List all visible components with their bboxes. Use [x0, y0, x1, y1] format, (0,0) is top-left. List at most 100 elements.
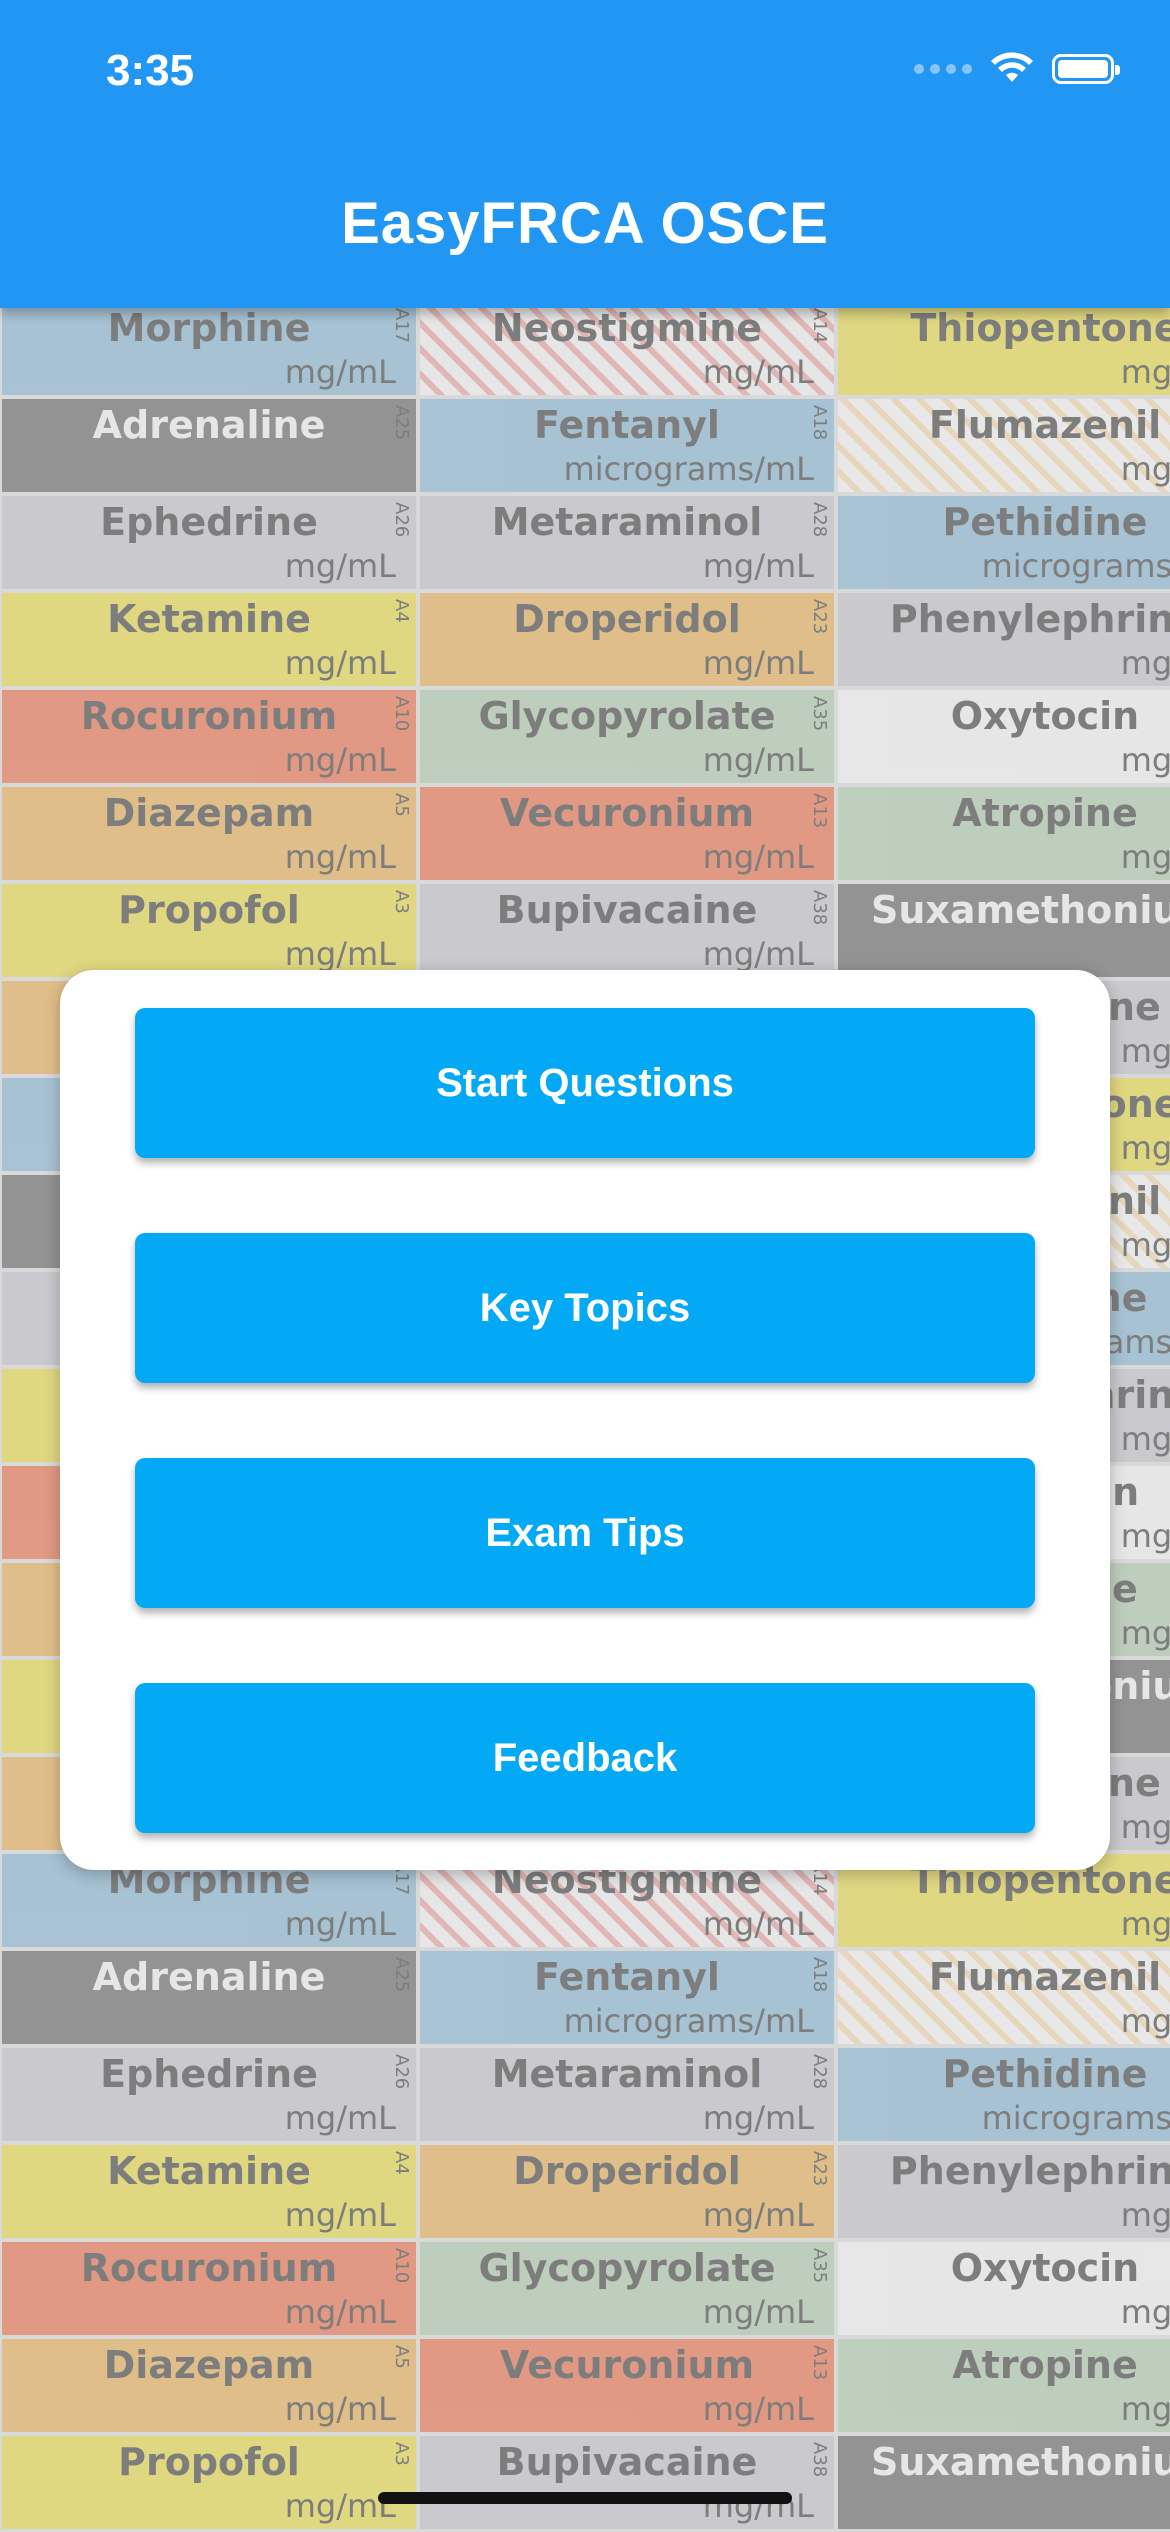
- drug-unit: mg/mL: [1120, 2293, 1170, 2331]
- drug-unit: mg/mL: [702, 2196, 814, 2234]
- drug-unit: mg/mL: [1120, 1226, 1170, 1264]
- drug-code: A4: [391, 599, 412, 623]
- drug-label: Fentanylmicrograms/mL A18: [420, 1951, 834, 2044]
- drug-name: Adrenaline: [92, 403, 326, 447]
- drug-label: Oxytocinmg/mLA39: [838, 2242, 1170, 2335]
- battery-icon: [1052, 54, 1120, 84]
- drug-unit: mg/mL: [284, 547, 396, 585]
- drug-unit: mg/mL: [1120, 1420, 1170, 1458]
- drug-name: Pethidine: [942, 500, 1148, 544]
- key-topics-button[interactable]: Key Topics: [135, 1233, 1035, 1383]
- drug-label: Propofolmg/mL A3: [2, 884, 416, 977]
- drug-label: Droperidolmg/mL A23: [420, 593, 834, 686]
- drug-name: Adrenaline: [92, 1955, 326, 1999]
- drug-code: A3: [391, 2442, 412, 2466]
- drug-name: Glycopyrolate: [478, 694, 776, 738]
- drug-unit: mg/mL: [284, 741, 396, 779]
- label-row: Diazepammg/mLA5Vecuroniummg/mLA13Atropin…: [0, 785, 1170, 882]
- drug-unit: mg/mL: [702, 1905, 814, 1943]
- drug-unit: mg/mL: [702, 547, 814, 585]
- drug-code: A35: [809, 2248, 830, 2284]
- drug-unit: micrograms/mL: [981, 2099, 1170, 2137]
- drug-code: A38: [809, 2442, 830, 2478]
- drug-name: Fentanyl: [534, 403, 720, 447]
- drug-code: A17: [391, 308, 412, 344]
- drug-unit: mg/mL: [702, 935, 814, 973]
- drug-code: A35: [809, 696, 830, 732]
- drug-name: Droperidol: [513, 597, 741, 641]
- drug-name: Ketamine: [107, 2149, 311, 2193]
- start-questions-button[interactable]: Start Questions: [135, 1008, 1035, 1158]
- drug-name: Phenylephrine: [889, 597, 1170, 641]
- drug-name: Thiopentone: [910, 306, 1170, 350]
- drug-name: Oxytocin: [950, 694, 1140, 738]
- drug-code: A13: [809, 793, 830, 829]
- drug-name: Suxamethonium: [871, 2440, 1170, 2484]
- drug-name: Glycopyrolate: [478, 2246, 776, 2290]
- drug-name: Diazepam: [103, 2343, 315, 2387]
- drug-unit: mg/mL: [1120, 2390, 1170, 2428]
- drug-unit: mg/mL: [1120, 450, 1170, 488]
- drug-label: Rocuroniummg/mL A10: [2, 2242, 416, 2335]
- drug-label: Metaraminolmg/mL A28: [420, 496, 834, 589]
- drug-label: Phenylephrinemg/mL: [838, 593, 1170, 686]
- drug-label: Ephedrinemg/mL A26: [2, 2048, 416, 2141]
- label-row: Diazepammg/mLA5Vecuroniummg/mLA13Atropin…: [0, 2337, 1170, 2434]
- drug-name: Atropine: [952, 791, 1138, 835]
- drug-name: Propofol: [118, 2440, 300, 2484]
- drug-label: Vecuroniummg/mL A13: [420, 787, 834, 880]
- drug-label: Ketaminemg/mL A4: [2, 2145, 416, 2238]
- drug-label: Droperidolmg/mL A23: [420, 2145, 834, 2238]
- status-time: 3:35: [106, 46, 195, 95]
- drug-name: Fentanyl: [534, 1955, 720, 1999]
- home-indicator: [378, 2492, 792, 2504]
- drug-name: Morphine: [107, 306, 311, 350]
- drug-unit: mg/mL: [1120, 1905, 1170, 1943]
- drug-name: Pethidine: [942, 2052, 1148, 2096]
- drug-label: Vecuroniummg/mL A13: [420, 2339, 834, 2432]
- drug-label: Glycopyrolatemg/mL A35: [420, 690, 834, 783]
- main-menu-card: Start Questions Key Topics Exam Tips Fee…: [60, 970, 1110, 1870]
- drug-unit: mg/mL: [284, 2390, 396, 2428]
- exam-tips-button[interactable]: Exam Tips: [135, 1458, 1035, 1608]
- drug-code: A10: [391, 696, 412, 732]
- drug-label: Metaraminolmg/mL A28: [420, 2048, 834, 2141]
- drug-label: Pethidinemicrograms/mL: [838, 496, 1170, 589]
- drug-code: A18: [809, 1957, 830, 1993]
- drug-unit: micrograms/mL: [563, 2002, 814, 2040]
- drug-label: Flumazenilmg/mLA7: [838, 1951, 1170, 2044]
- drug-unit: mg/mL: [1120, 1032, 1170, 1070]
- drug-name: Metaraminol: [491, 500, 763, 544]
- drug-code: A26: [391, 2054, 412, 2090]
- drug-label: Phenylephrinemg/mL: [838, 2145, 1170, 2238]
- label-row: Ephedrinemg/mLA26Metaraminolmg/mLA28Peth…: [0, 2046, 1170, 2143]
- drug-unit: mg/mL: [702, 2390, 814, 2428]
- drug-name: Ketamine: [107, 597, 311, 641]
- drug-unit: mg/mL: [284, 644, 396, 682]
- drug-name: Bupivacaine: [496, 888, 758, 932]
- drug-name: Bupivacaine: [496, 2440, 758, 2484]
- drug-unit: mg/mL: [284, 353, 396, 391]
- drug-name: Vecuronium: [499, 2343, 755, 2387]
- wifi-icon: [991, 52, 1033, 82]
- drug-code: A14: [809, 308, 830, 344]
- drug-name: Vecuronium: [499, 791, 755, 835]
- drug-code: A5: [391, 793, 412, 817]
- feedback-button[interactable]: Feedback: [135, 1683, 1035, 1833]
- drug-name: Atropine: [952, 2343, 1138, 2387]
- drug-unit: mg/mL: [284, 2099, 396, 2137]
- drug-label: Glycopyrolatemg/mL A35: [420, 2242, 834, 2335]
- drug-label: Atropinemg/mL: [838, 787, 1170, 880]
- drug-code: A25: [391, 405, 412, 441]
- drug-label: Suxamethonium: [838, 2436, 1170, 2529]
- drug-label: Flumazenilmg/mLA7: [838, 399, 1170, 492]
- drug-name: Flumazenil: [928, 403, 1162, 447]
- drug-label: Fentanylmicrograms/mL A18: [420, 399, 834, 492]
- label-row: Rocuroniummg/mLA10Glycopyrolatemg/mLA35O…: [0, 2240, 1170, 2337]
- drug-name: Rocuronium: [80, 2246, 338, 2290]
- drug-label: Atropinemg/mL: [838, 2339, 1170, 2432]
- drug-code: A25: [391, 1957, 412, 1993]
- drug-code: A18: [809, 405, 830, 441]
- drug-name: Phenylephrine: [889, 2149, 1170, 2193]
- drug-code: A4: [391, 2151, 412, 2175]
